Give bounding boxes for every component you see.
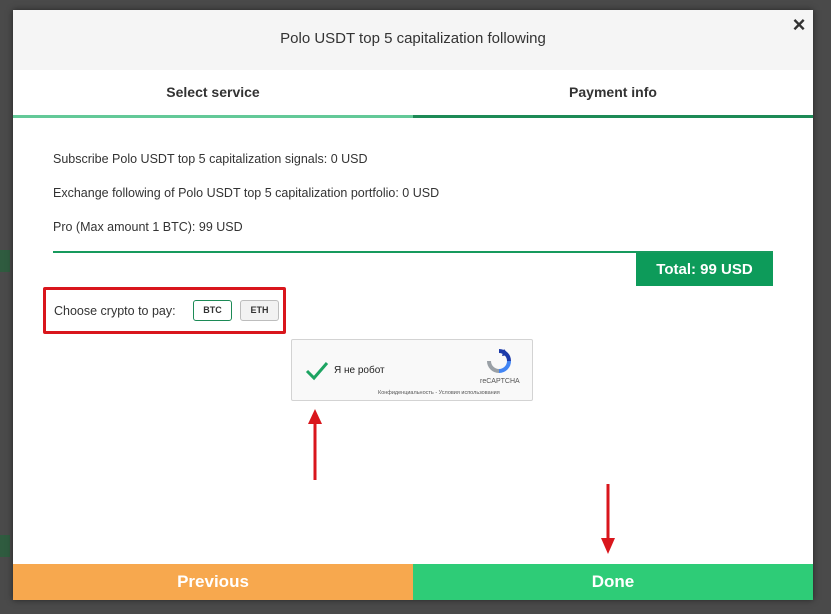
backdrop-strip [0,535,10,557]
recaptcha-logo-icon [487,349,511,373]
arrow-down-icon [601,484,615,554]
tab-select-service[interactable]: Select service [13,70,413,118]
tab-bar: Select service Payment info [13,70,813,118]
arrow-up-icon [308,409,322,480]
tab-payment-info[interactable]: Payment info [413,70,813,118]
modal-header: Polo USDT top 5 capitalization following [13,10,813,70]
payment-modal: Polo USDT top 5 capitalization following… [13,10,813,600]
summary-line-pro: Pro (Max amount 1 BTC): 99 USD [53,220,243,234]
captcha-brand: reCAPTCHA [480,378,520,385]
recaptcha-widget: Я не робот reCAPTCHA Конфиденциальность … [291,339,533,401]
crypto-selector: Choose crypto to pay: BTC ETH [43,287,286,334]
summary-line-exchange: Exchange following of Polo USDT top 5 ca… [53,186,440,200]
done-button[interactable]: Done [413,564,813,600]
btc-button[interactable]: BTC [193,300,232,321]
summary-line-signals: Subscribe Polo USDT top 5 capitalization… [53,152,368,166]
total-badge: Total: 99 USD [636,253,773,286]
previous-button[interactable]: Previous [13,564,413,600]
modal-title: Polo USDT top 5 capitalization following [280,30,546,47]
captcha-checkmark-icon[interactable] [304,358,330,384]
close-icon[interactable]: × [788,13,810,37]
captcha-label: Я не робот [334,365,385,376]
backdrop-strip [0,250,10,272]
captcha-privacy-terms[interactable]: Конфиденциальность - Условия использован… [378,390,500,396]
eth-button[interactable]: ETH [240,300,279,321]
crypto-label: Choose crypto to pay: [54,304,176,318]
